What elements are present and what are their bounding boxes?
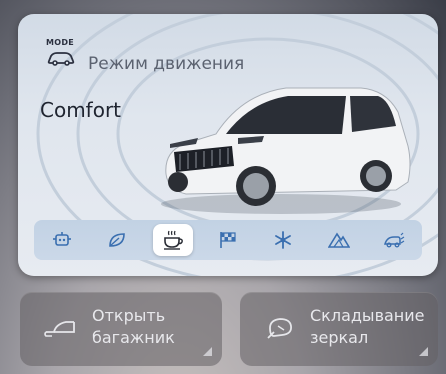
open-trunk-label-line1: Открыть: [92, 306, 166, 325]
mode-button-snow[interactable]: [263, 224, 303, 256]
fold-mirrors-label-line2: зеркал: [310, 328, 369, 347]
car-mode-icon: [47, 52, 75, 66]
mode-button-sport[interactable]: [208, 224, 248, 256]
current-mode-label: Comfort: [40, 98, 122, 122]
fold-mirrors-label-line1: Складывание: [310, 306, 425, 325]
car-image: [161, 87, 411, 214]
trunk-open-icon: [44, 321, 75, 337]
robot-icon: [52, 232, 71, 246]
mode-button-robot[interactable]: [42, 224, 82, 256]
open-trunk-button[interactable]: Открыть багажник: [20, 292, 222, 366]
leaf-icon: [109, 233, 125, 247]
mode-button-offroad[interactable]: [374, 224, 414, 256]
coffee-cup-icon: [163, 230, 183, 250]
drive-mode-card: MODE Режим движения Comfort: [18, 14, 438, 276]
open-trunk-label-line2: багажник: [92, 328, 175, 347]
expand-corner-icon: [203, 347, 212, 356]
mountain-icon: [327, 232, 350, 248]
mode-button-comfort[interactable]: [152, 224, 193, 256]
mode-badge-text: MODE: [46, 38, 75, 47]
mode-badge: MODE: [46, 38, 88, 72]
checkered-flag-icon: [220, 232, 236, 248]
mode-button-eco[interactable]: [97, 224, 137, 256]
expand-corner-icon: [419, 347, 428, 356]
mirror-fold-icon: [267, 318, 292, 339]
mode-button-mountain[interactable]: [319, 224, 359, 256]
off-road-slope-icon: [384, 232, 405, 248]
snowflake-icon: [275, 231, 292, 249]
drive-mode-selector: [34, 220, 422, 260]
fold-mirrors-button[interactable]: Складывание зеркал: [240, 292, 438, 366]
